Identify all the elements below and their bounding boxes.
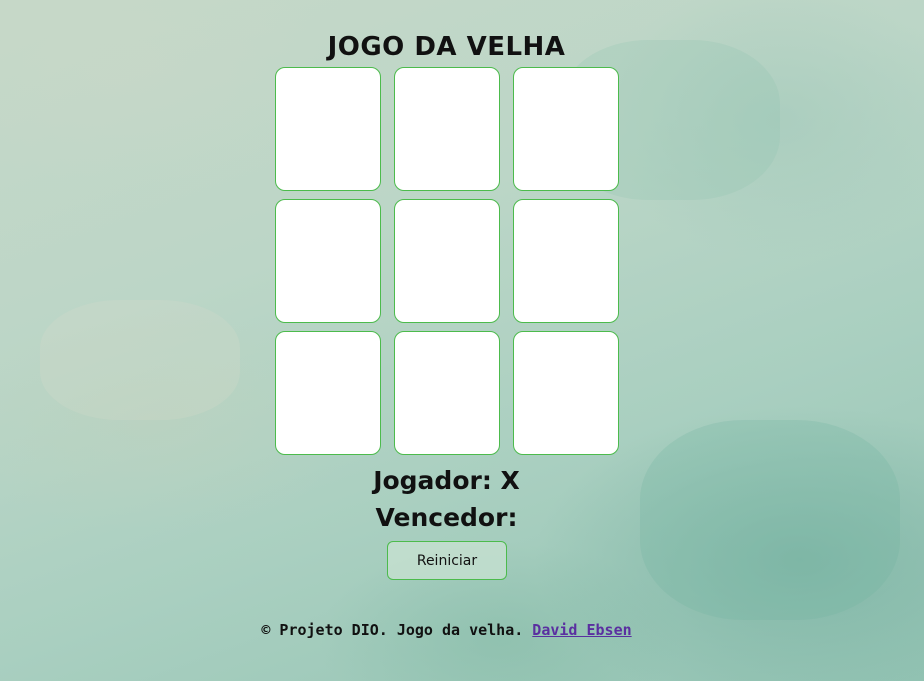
board-cell-6[interactable]: [513, 199, 619, 323]
board-cell-2[interactable]: [394, 67, 500, 191]
page-title: JOGO DA VELHA: [327, 32, 566, 63]
board-cell-8[interactable]: [394, 331, 500, 455]
page: JOGO DA VELHA Jogador: X Vencedor: Reini…: [0, 0, 924, 681]
footer-text: © Projeto DIO. Jogo da velha.: [261, 621, 524, 639]
author-link[interactable]: David Ebsen: [532, 621, 631, 639]
board-cell-9[interactable]: [513, 331, 619, 455]
current-player-status: Jogador: X: [373, 466, 520, 495]
game-board: [275, 67, 619, 455]
board-cell-3[interactable]: [513, 67, 619, 191]
reset-button[interactable]: Reiniciar: [387, 541, 507, 580]
board-cell-7[interactable]: [275, 331, 381, 455]
board-cell-1[interactable]: [275, 67, 381, 191]
board-cell-4[interactable]: [275, 199, 381, 323]
winner-status: Vencedor:: [375, 503, 518, 532]
background-texture: [40, 300, 240, 420]
footer: © Projeto DIO. Jogo da velha. David Ebse…: [0, 621, 893, 639]
board-cell-5[interactable]: [394, 199, 500, 323]
